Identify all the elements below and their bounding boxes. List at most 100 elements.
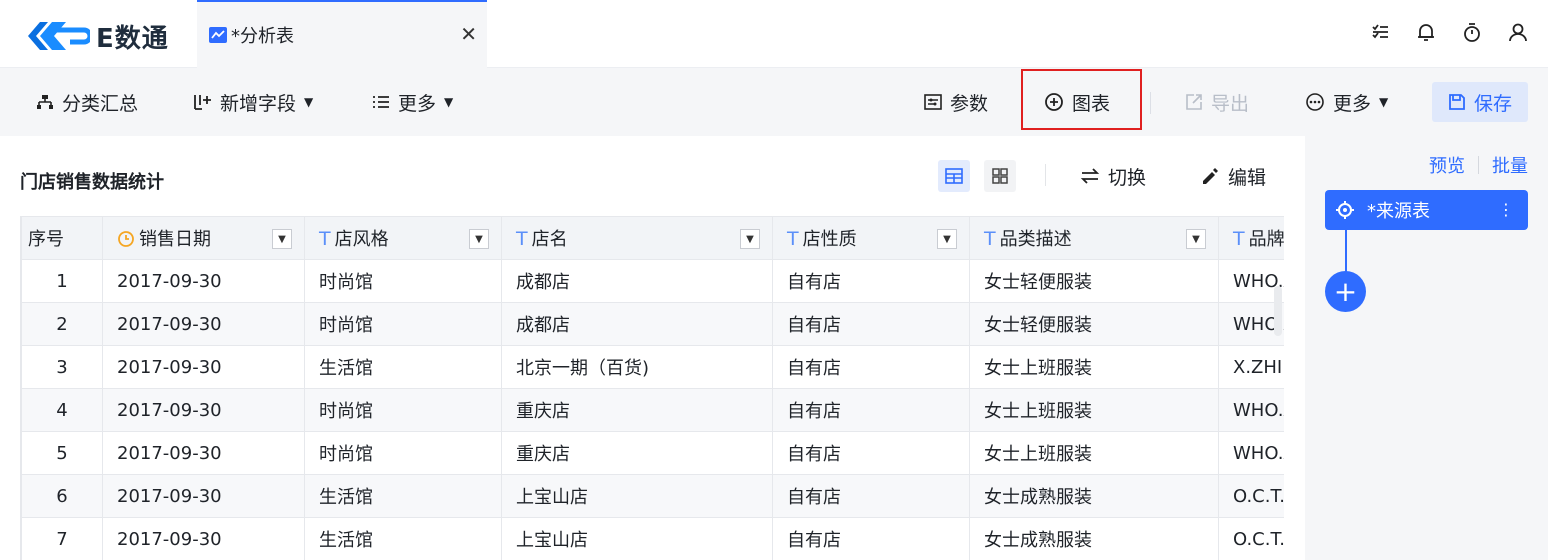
cell-index[interactable]: 1 [21,259,103,303]
column-dropdown-icon[interactable]: ▼ [1186,229,1206,249]
params-button[interactable]: 参数 [924,68,988,136]
cell-category[interactable]: 女士成熟服装 [969,517,1219,560]
cell-category[interactable]: 女士轻便服装 [969,259,1219,303]
cell-sales-date[interactable]: 2017-09-30 [102,302,305,346]
kebab-menu-icon[interactable]: ⋮ [1498,200,1514,220]
column-dropdown-icon[interactable]: ▼ [469,229,489,249]
table-row[interactable]: 6 2017-09-30 生活馆 上宝山店 自有店 女士成熟服装 O.C.T. [21,474,1284,518]
flow-connector [1345,230,1347,272]
cell-brand[interactable]: O.C.T. [1218,517,1284,560]
tab-analysis[interactable]: *分析表 ✕ [197,0,487,68]
column-header-store-name[interactable]: T 店名 ▼ [501,216,773,260]
cell-category[interactable]: 女士上班服装 [969,345,1219,389]
chevron-down-icon: ▼ [304,95,314,109]
cell-store-name[interactable]: 上宝山店 [501,474,773,518]
cell-index[interactable]: 7 [21,517,103,560]
cell-index[interactable]: 4 [21,388,103,432]
cell-store-name[interactable]: 成都店 [501,259,773,303]
table-row[interactable]: 5 2017-09-30 时尚馆 重庆店 自有店 女士上班服装 WHO.A [21,431,1284,475]
add-field-button[interactable]: 新增字段 ▼ [192,68,313,136]
source-table-node[interactable]: *来源表 ⋮ [1325,190,1528,230]
cell-index[interactable]: 6 [21,474,103,518]
column-dropdown-icon[interactable]: ▼ [272,229,292,249]
cell-brand[interactable]: WHO.A [1218,431,1284,475]
cell-store-type[interactable]: 自有店 [772,517,970,560]
column-header-store-style[interactable]: T 店风格 ▼ [304,216,502,260]
edit-button[interactable]: 编辑 [1200,160,1266,192]
column-dropdown-icon[interactable]: ▼ [937,229,957,249]
table-row[interactable]: 7 2017-09-30 生活馆 上宝山店 自有店 女士成熟服装 O.C.T. [21,517,1284,560]
column-dropdown-icon[interactable]: ▼ [740,229,760,249]
table-row[interactable]: 4 2017-09-30 时尚馆 重庆店 自有店 女士上班服装 WHO.A [21,388,1284,432]
cell-category[interactable]: 女士上班服装 [969,388,1219,432]
cell-sales-date[interactable]: 2017-09-30 [102,388,305,432]
cell-brand[interactable]: O.C.T. [1218,474,1284,518]
cell-store-style[interactable]: 生活馆 [304,345,502,389]
params-label: 参数 [950,92,989,115]
cell-category[interactable]: 女士成熟服装 [969,474,1219,518]
cell-sales-date[interactable]: 2017-09-30 [102,474,305,518]
cell-store-name[interactable]: 重庆店 [501,388,773,432]
grid-view-button[interactable] [984,160,1016,192]
preview-link[interactable]: 预览 [1429,152,1465,178]
save-icon [1449,94,1465,110]
cell-store-type[interactable]: 自有店 [772,259,970,303]
batch-link[interactable]: 批量 [1492,152,1528,178]
cell-category[interactable]: 女士上班服装 [969,431,1219,475]
more-left-button[interactable]: 更多 ▼ [372,68,453,136]
cell-index[interactable]: 5 [21,431,103,475]
cell-brand[interactable]: WHO.A [1218,388,1284,432]
group-summary-button[interactable]: 分类汇总 [36,68,138,136]
cell-store-name[interactable]: 成都店 [501,302,773,346]
cell-index[interactable]: 3 [21,345,103,389]
cell-category[interactable]: 女士轻便服装 [969,302,1219,346]
column-header-label: 店风格 [334,229,389,250]
vertical-scrollbar[interactable] [1274,286,1282,336]
table-header-row: 序号 销售日期 ▼ T 店风格 ▼ T 店名 ▼ T 店性质 ▼ T 品类描述 … [21,216,1284,260]
save-button[interactable]: 保存 [1432,82,1528,122]
top-bar: E数通 *分析表 ✕ [0,0,1548,68]
cell-store-name[interactable]: 北京一期（百货) [501,345,773,389]
cell-store-style[interactable]: 生活馆 [304,474,502,518]
cell-store-style[interactable]: 时尚馆 [304,302,502,346]
cell-store-type[interactable]: 自有店 [772,388,970,432]
column-header-brand[interactable]: T 品牌 [1218,216,1284,260]
export-button[interactable]: 导出 [1185,68,1249,136]
table-row[interactable]: 3 2017-09-30 生活馆 北京一期（百货) 自有店 女士上班服装 X.Z… [21,345,1284,389]
cell-index[interactable]: 2 [21,302,103,346]
add-chart-button[interactable]: 图表 [1044,68,1110,136]
user-icon[interactable] [1508,20,1528,44]
cell-store-style[interactable]: 时尚馆 [304,259,502,303]
more-right-button[interactable]: 更多 ▼ [1305,68,1388,136]
cell-store-style[interactable]: 时尚馆 [304,431,502,475]
column-header-sales-date[interactable]: 销售日期 ▼ [102,216,305,260]
table-row[interactable]: 2 2017-09-30 时尚馆 成都店 自有店 女士轻便服装 WHO.A [21,302,1284,346]
cell-sales-date[interactable]: 2017-09-30 [102,517,305,560]
cell-sales-date[interactable]: 2017-09-30 [102,259,305,303]
cell-store-type[interactable]: 自有店 [772,302,970,346]
column-header-store-type[interactable]: T 店性质 ▼ [772,216,970,260]
close-icon[interactable]: ✕ [460,24,477,44]
swap-icon [1080,168,1100,184]
cell-store-name[interactable]: 重庆店 [501,431,773,475]
timer-icon[interactable] [1462,20,1482,44]
add-node-button[interactable]: + [1325,271,1366,312]
cell-store-type[interactable]: 自有店 [772,431,970,475]
cell-sales-date[interactable]: 2017-09-30 [102,345,305,389]
cell-sales-date[interactable]: 2017-09-30 [102,431,305,475]
switch-button[interactable]: 切换 [1080,160,1146,192]
bell-icon[interactable] [1416,20,1436,44]
cell-store-style[interactable]: 时尚馆 [304,388,502,432]
task-list-icon[interactable] [1370,20,1390,44]
cell-brand[interactable]: X.ZHIN [1218,345,1284,389]
cell-store-name[interactable]: 上宝山店 [501,517,773,560]
cell-store-style[interactable]: 生活馆 [304,517,502,560]
table-view-button[interactable] [938,160,970,192]
table-row[interactable]: 1 2017-09-30 时尚馆 成都店 自有店 女士轻便服装 WHO.A [21,259,1284,303]
column-header-index[interactable]: 序号 [21,216,103,260]
cell-store-type[interactable]: 自有店 [772,345,970,389]
toolbar-divider [1150,92,1151,114]
cell-store-type[interactable]: 自有店 [772,474,970,518]
app-logo[interactable]: E数通 [26,16,186,56]
column-header-category[interactable]: T 品类描述 ▼ [969,216,1219,260]
